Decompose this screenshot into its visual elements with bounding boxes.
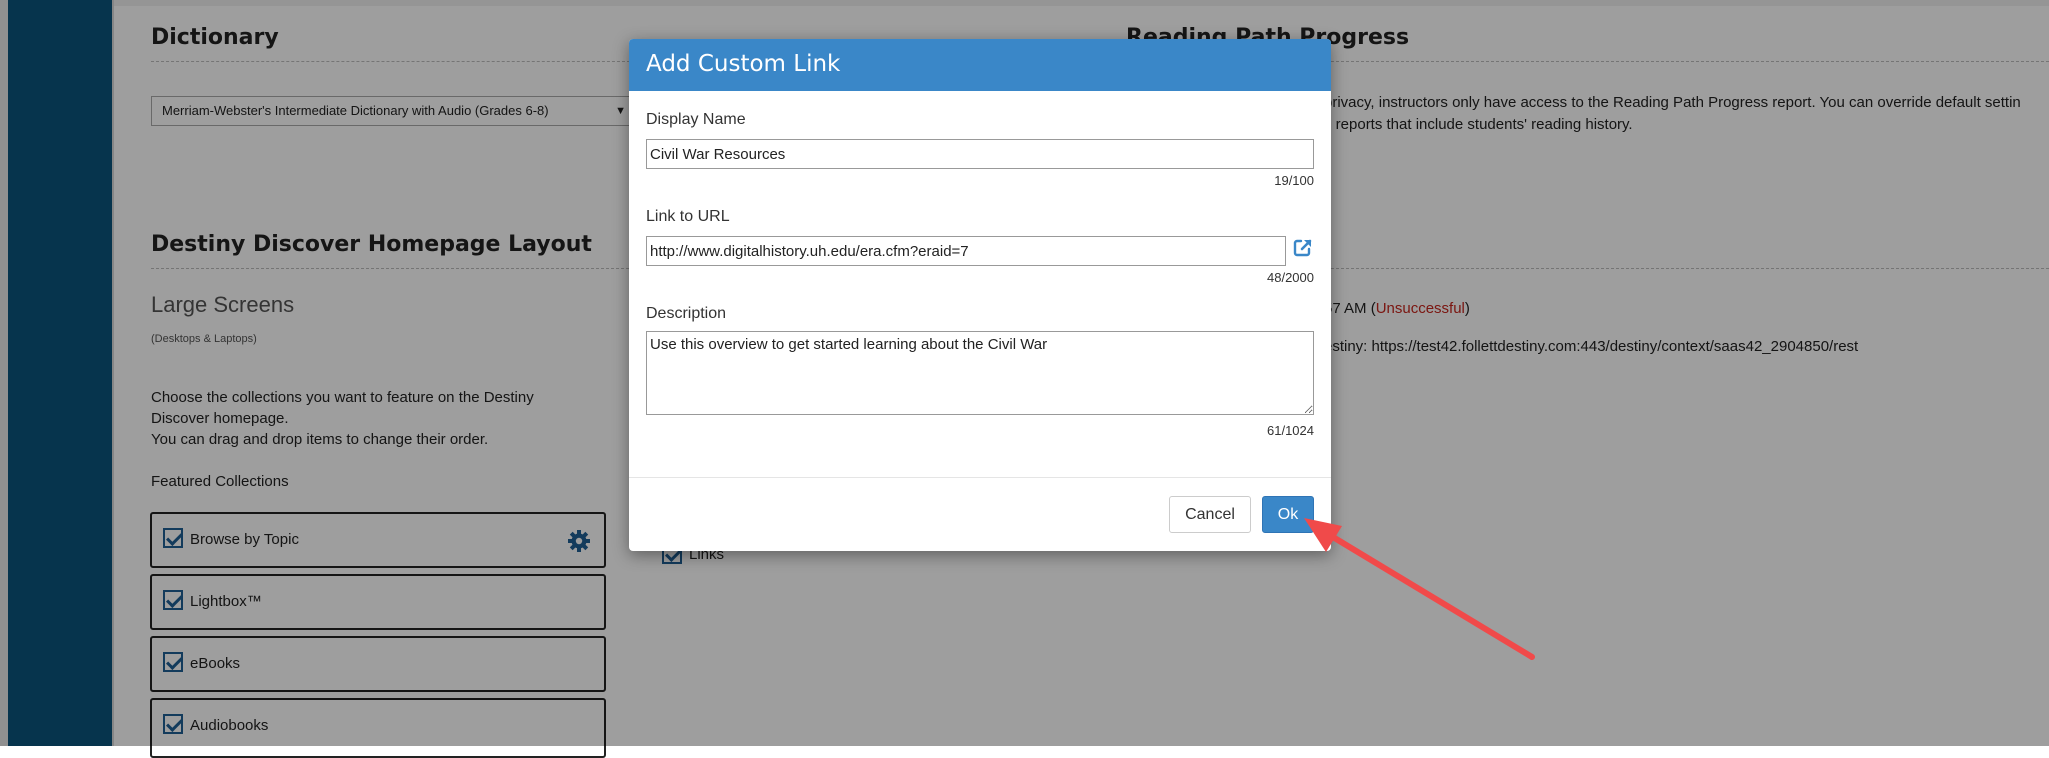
- annotation-arrow: [1304, 518, 1535, 660]
